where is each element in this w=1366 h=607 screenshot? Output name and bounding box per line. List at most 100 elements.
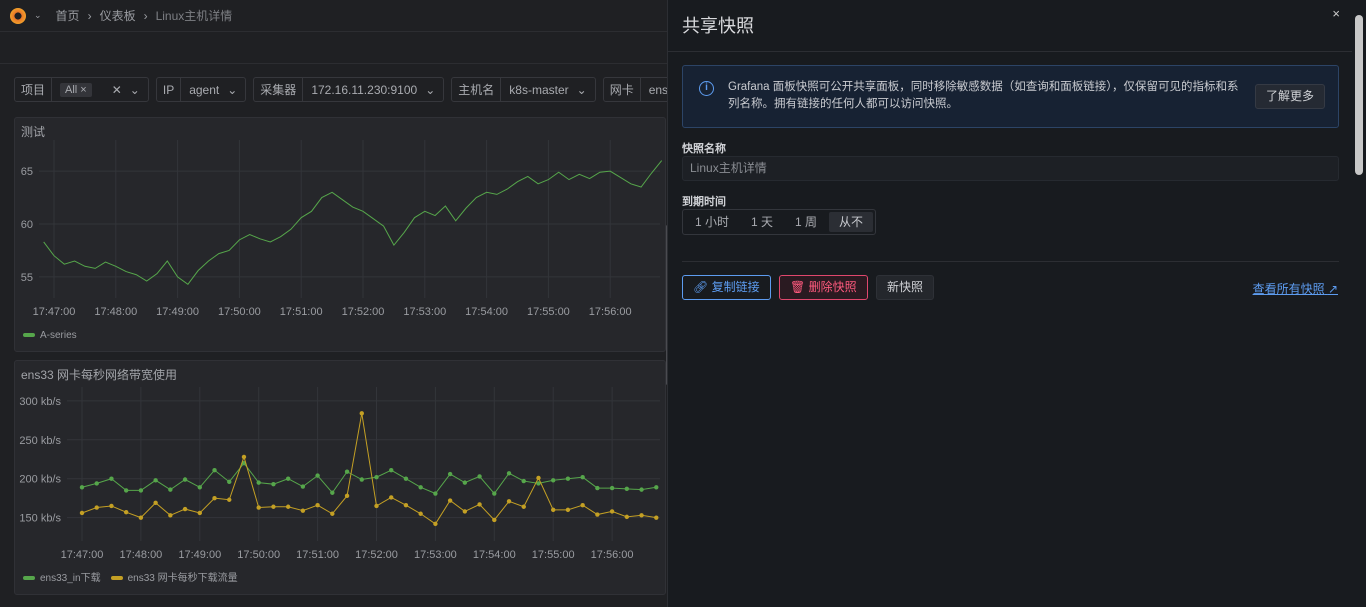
- data-point: [609, 485, 615, 491]
- new-snapshot-button[interactable]: 新快照: [876, 275, 935, 300]
- data-point: [374, 474, 379, 480]
- grafana-logo-icon[interactable]: [10, 7, 26, 24]
- chevron-down-icon: ⌄: [576, 82, 587, 97]
- top-nav: ⌄ 首页 › 仪表板 › Linux主机详情: [0, 0, 667, 32]
- panel-title: ens33 网卡每秒网络带宽使用: [21, 368, 178, 382]
- expire-option-1d[interactable]: 1 天: [741, 212, 783, 232]
- chevron-down-icon: ⌄: [227, 82, 238, 97]
- data-point: [315, 502, 320, 508]
- data-point: [639, 513, 644, 518]
- x-tick-label: 17:51:00: [280, 306, 323, 318]
- data-point: [315, 473, 320, 478]
- data-point: [492, 517, 497, 523]
- data-point: [506, 471, 512, 476]
- data-point: [551, 478, 556, 483]
- data-point: [447, 471, 453, 477]
- legend-label: ens33_in下载: [40, 573, 101, 584]
- data-point: [565, 507, 571, 513]
- copy-link-button[interactable]: 🔗︎ 复制链接: [682, 275, 771, 300]
- panel-network: 150 kb/s 200 kb/s 250 kb/s 300 kb/s 17:47:00…: [14, 360, 666, 595]
- data-point: [447, 498, 453, 503]
- learn-more-button[interactable]: 了解更多: [1254, 84, 1325, 109]
- data-point: [123, 488, 129, 493]
- data-point: [433, 521, 438, 527]
- expire-option-1w[interactable]: 1 周: [785, 212, 827, 232]
- y-tick-label: 60: [21, 219, 33, 231]
- x-tick-label: 17:50:00: [237, 549, 280, 561]
- link-icon: 🔗︎: [693, 280, 712, 294]
- legend-item[interactable]: ens33_in下载: [23, 569, 101, 584]
- data-point: [79, 485, 85, 490]
- legend: A-series: [23, 330, 77, 341]
- data-point: [654, 515, 659, 520]
- data-point: [271, 481, 276, 487]
- close-icon[interactable]: ×: [1332, 6, 1340, 21]
- x-tick-label: 17:52:00: [342, 306, 385, 318]
- clear-icon[interactable]: ✕: [112, 83, 122, 97]
- variable-project[interactable]: 项目 All × ✕ ⌄: [14, 77, 149, 102]
- data-point: [212, 495, 217, 501]
- toolbar: [0, 32, 667, 64]
- data-point: [492, 491, 497, 496]
- data-point: [168, 487, 173, 492]
- x-tick-label: 17:55:00: [527, 306, 570, 318]
- data-point: [344, 493, 350, 499]
- delete-label: 删除快照: [808, 280, 857, 294]
- view-all-snapshots-link[interactable]: 查看所有快照 ↗: [1253, 280, 1338, 297]
- x-tick-label: 17:48:00: [119, 549, 162, 561]
- variable-collector[interactable]: 采集器 172.16.11.230:9100 ⌄: [253, 77, 445, 102]
- selected-chip[interactable]: All ×: [60, 82, 92, 97]
- variables-bar: 项目 All × ✕ ⌄ IP agent ⌄ 采集器 172.16.11.230:9100…: [14, 77, 709, 102]
- variable-hostname[interactable]: 主机名 k8s-master ⌄: [451, 77, 596, 102]
- data-point: [256, 480, 261, 485]
- x-tick-label: 17:49:00: [178, 549, 221, 561]
- data-point: [285, 504, 291, 509]
- data-point: [595, 485, 600, 491]
- y-tick-label: 55: [21, 272, 33, 284]
- breadcrumb-dashboards[interactable]: 仪表板: [100, 7, 136, 24]
- variable-label: 采集器: [254, 78, 304, 101]
- chip-label: All: [65, 83, 78, 96]
- breadcrumb-separator: ›: [87, 8, 92, 23]
- series-line: [81, 413, 657, 525]
- data-point: [565, 476, 571, 481]
- data-point: [624, 486, 630, 492]
- data-point: [197, 485, 202, 490]
- data-point: [138, 515, 144, 520]
- variable-label: 网卡: [604, 78, 641, 101]
- legend-label: ens33 网卡每秒下载流量: [127, 573, 238, 584]
- drawer-scrollbar[interactable]: [1355, 15, 1363, 175]
- expire-option-1h[interactable]: 1 小时: [685, 212, 739, 232]
- divider: [682, 261, 1339, 262]
- trash-icon: 🗑︎: [790, 280, 809, 294]
- data-point: [138, 488, 144, 493]
- view-all-label: 查看所有快照: [1252, 282, 1325, 296]
- x-tick-label: 17:47:00: [33, 306, 76, 318]
- data-point: [344, 469, 350, 474]
- legend-item[interactable]: A-series: [23, 330, 77, 341]
- x-tick-label: 17:52:00: [355, 549, 398, 561]
- data-point: [433, 491, 438, 496]
- data-point: [536, 475, 541, 481]
- x-tick-label: 17:54:00: [473, 549, 516, 561]
- data-point: [94, 481, 99, 486]
- variable-value: 172.16.11.230:9100: [311, 82, 418, 97]
- y-tick-label: 250 kb/s: [19, 435, 61, 447]
- expire-option-never[interactable]: 从不: [829, 212, 874, 232]
- snapshot-name-label: 快照名称: [682, 143, 726, 155]
- chevron-down-icon[interactable]: ⌄: [130, 83, 140, 97]
- snapshot-name-input[interactable]: Linux主机详情: [682, 156, 1339, 181]
- data-point: [94, 505, 99, 510]
- variable-ip[interactable]: IP agent ⌄: [155, 77, 247, 102]
- variable-value: k8s-master: [509, 82, 569, 97]
- legend-label: A-series: [40, 330, 77, 341]
- data-point: [300, 508, 306, 513]
- data-point: [300, 484, 306, 489]
- data-point: [403, 502, 409, 508]
- legend-item[interactable]: ens33 网卡每秒下载流量: [110, 569, 238, 584]
- y-tick-label: 300 kb/s: [19, 396, 61, 408]
- delete-snapshot-button[interactable]: 🗑︎ 删除快照: [779, 275, 868, 300]
- breadcrumb-home[interactable]: 首页: [56, 7, 80, 24]
- data-point: [271, 504, 276, 509]
- chevron-down-icon[interactable]: ⌄: [34, 10, 42, 21]
